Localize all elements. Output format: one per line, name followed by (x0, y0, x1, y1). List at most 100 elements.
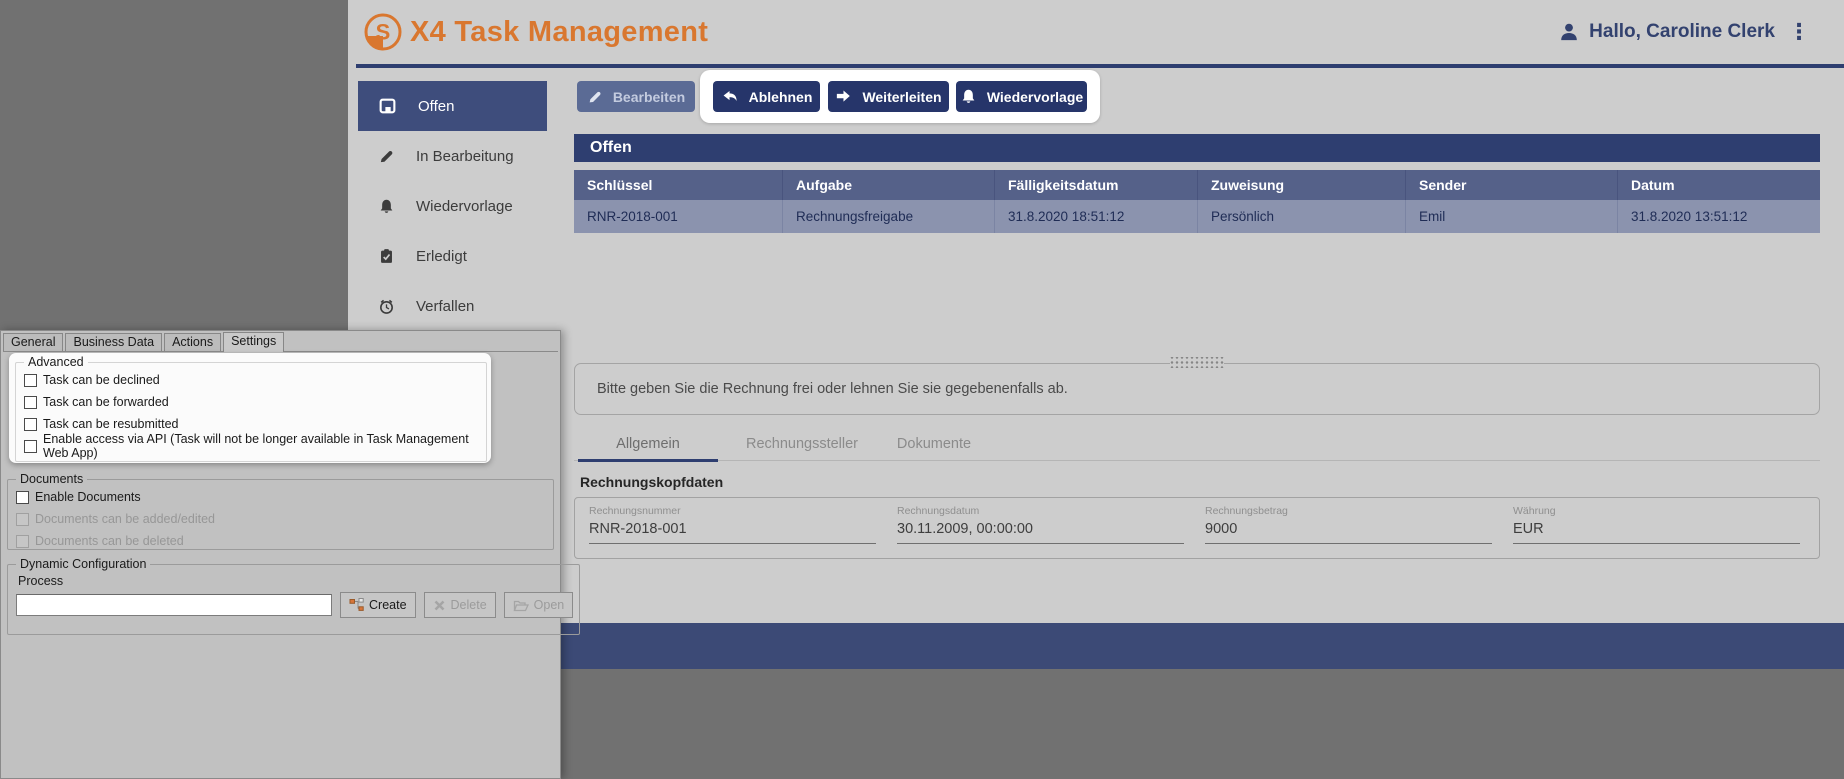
checkbox[interactable] (24, 374, 37, 387)
user-menu[interactable]: Hallo, Caroline Clerk ⋮ (1558, 20, 1814, 44)
sidebar-item-offen[interactable]: Offen (358, 81, 547, 131)
dialog-tab-actions[interactable]: Actions (164, 333, 221, 351)
section-title: Rechnungskopfdaten (580, 474, 723, 490)
process-input[interactable] (16, 594, 332, 616)
weiterleiten-button[interactable]: Weiterleiten (828, 81, 949, 112)
column-header-fälligkeitsdatum[interactable]: Fälligkeitsdatum (994, 170, 1197, 200)
checkbox-label: Task can be forwarded (43, 395, 169, 409)
field-rechnungsdatum: Rechnungsdatum30.11.2009, 00:00:00 (897, 505, 1184, 558)
screen: { "header": { "app_title": "X4 Task Mana… (0, 0, 1844, 779)
column-header-schlüssel[interactable]: Schlüssel (574, 170, 782, 200)
column-header-datum[interactable]: Datum (1617, 170, 1820, 200)
forward-arrow-icon (834, 88, 852, 105)
checkbox-row: Documents can be deleted (16, 530, 547, 552)
table-cell: Persönlich (1197, 200, 1405, 233)
svg-text:S: S (376, 20, 391, 45)
dialog-tab-general[interactable]: General (3, 333, 63, 351)
documents-checkbox-list: Enable Documents Documents can be added/e… (16, 486, 547, 552)
button-label: Delete (451, 598, 487, 612)
task-settings-dialog: GeneralBusiness DataActionsSettings Adva… (0, 330, 561, 779)
checkbox[interactable] (24, 396, 37, 409)
wiedervorlage-button[interactable]: Wiedervorlage (956, 81, 1087, 112)
field-rechnungsnummer: RechnungsnummerRNR-2018-001 (589, 505, 876, 558)
org-chart-icon (349, 598, 364, 612)
advanced-group: Advanced Task can be declinedTask can be… (15, 355, 487, 462)
table-cell: 31.8.2020 13:51:12 (1617, 200, 1820, 233)
sidebar-item-label: Wiedervorlage (416, 198, 513, 215)
invoice-header-fields: RechnungsnummerRNR-2018-001 Rechnungsdatu… (574, 497, 1820, 559)
pencil-icon (587, 89, 603, 105)
drag-handle-icon[interactable] (1170, 357, 1224, 368)
checkbox-label: Task can be declined (43, 373, 160, 387)
detail-tab-bar: AllgemeinRechnungsstellerDokumente (574, 428, 1820, 461)
column-header-zuweisung[interactable]: Zuweisung (1197, 170, 1405, 200)
process-label: Process (18, 574, 573, 588)
instruction-text: Bitte geben Sie die Rechnung frei oder l… (597, 381, 1068, 397)
kebab-menu-icon[interactable]: ⋮ (1784, 20, 1814, 44)
inbox-icon (378, 97, 397, 116)
advanced-group-title: Advanced (24, 355, 88, 369)
checkbox-label: Enable access via API (Task will not be … (43, 432, 480, 460)
table-cell: Rechnungsfreigabe (782, 200, 994, 233)
column-header-sender[interactable]: Sender (1405, 170, 1617, 200)
x-icon (433, 599, 446, 612)
reply-arrow-icon (721, 88, 739, 105)
user-greeting: Hallo, Caroline Clerk (1589, 21, 1775, 43)
table-row[interactable]: RNR-2018-001Rechnungsfreigabe31.8.2020 1… (574, 200, 1820, 233)
column-header-aufgabe[interactable]: Aufgabe (782, 170, 994, 200)
table-cell: 31.8.2020 18:51:12 (994, 200, 1197, 233)
dialog-tab-settings[interactable]: Settings (223, 332, 284, 352)
sidebar: Offen In Bearbeitung Wiedervorlage Erledigt… (358, 81, 547, 331)
edit-button[interactable]: Bearbeiten (577, 81, 695, 112)
checkbox-row: Task can be declined (24, 369, 480, 391)
checkbox-row: Task can be forwarded (24, 391, 480, 413)
instruction-panel: Bitte geben Sie die Rechnung frei oder l… (574, 363, 1820, 415)
tab-dokumente[interactable]: Dokumente (882, 428, 986, 460)
field-value: 9000 (1205, 517, 1492, 544)
sidebar-item-label: Offen (418, 98, 454, 115)
button-label: Wiedervorlage (987, 89, 1083, 105)
task-table-header: SchlüsselAufgabeFälligkeitsdatumZuweisun… (574, 170, 1820, 200)
checkbox[interactable] (24, 440, 37, 453)
dialog-tab-business-data[interactable]: Business Data (65, 333, 162, 351)
dynamic-configuration-group: Dynamic Configuration Process CreateDele… (7, 557, 580, 635)
clipboard-check-icon (378, 248, 395, 265)
edit-button-label: Bearbeiten (613, 89, 685, 105)
advanced-settings-popup: Advanced Task can be declinedTask can be… (9, 353, 491, 463)
field-label: Rechnungsbetrag (1205, 505, 1492, 517)
table-cell: Emil (1405, 200, 1617, 233)
sidebar-item-in-bearbeitung[interactable]: In Bearbeitung (358, 131, 547, 181)
sidebar-item-erledigt[interactable]: Erledigt (358, 231, 547, 281)
field-value: 30.11.2009, 00:00:00 (897, 517, 1184, 544)
open-button: Open (504, 592, 574, 618)
tab-allgemein[interactable]: Allgemein (574, 428, 722, 460)
field-value: EUR (1513, 517, 1800, 544)
header-divider (356, 64, 1844, 68)
sidebar-item-verfallen[interactable]: Verfallen (358, 281, 547, 331)
field-label: Rechnungsnummer (589, 505, 876, 517)
tab-rechnungssteller[interactable]: Rechnungssteller (722, 428, 882, 460)
documents-group: Documents Enable DocumentsDocuments can … (7, 472, 554, 550)
pencil-icon (378, 148, 395, 165)
sidebar-item-wiedervorlage[interactable]: Wiedervorlage (358, 181, 547, 231)
sidebar-item-label: Verfallen (416, 298, 474, 315)
process-buttons: Create Delete Open (340, 592, 573, 618)
checkbox-label: Documents can be deleted (35, 534, 184, 548)
table-cell: RNR-2018-001 (574, 200, 782, 233)
checkbox-row: Enable access via API (Task will not be … (24, 435, 480, 457)
checkbox-label: Documents can be added/edited (35, 512, 215, 526)
checkbox-row: Enable Documents (16, 486, 547, 508)
checkbox-label: Task can be resubmitted (43, 417, 179, 431)
dialog-tab-bar: GeneralBusiness DataActionsSettings (3, 332, 558, 352)
button-label: Open (534, 598, 565, 612)
checkbox[interactable] (16, 491, 29, 504)
checkbox-row: Documents can be added/edited (16, 508, 547, 530)
ablehnen-button[interactable]: Ablehnen (713, 81, 820, 112)
button-label: Create (369, 598, 407, 612)
x4-logo-icon: S (363, 12, 403, 52)
checkbox[interactable] (24, 418, 37, 431)
advanced-checkbox-list: Task can be declined Task can be forwarde… (24, 369, 480, 457)
button-label: Ablehnen (749, 89, 813, 105)
bell-icon (378, 198, 395, 215)
create-button[interactable]: Create (340, 592, 416, 618)
